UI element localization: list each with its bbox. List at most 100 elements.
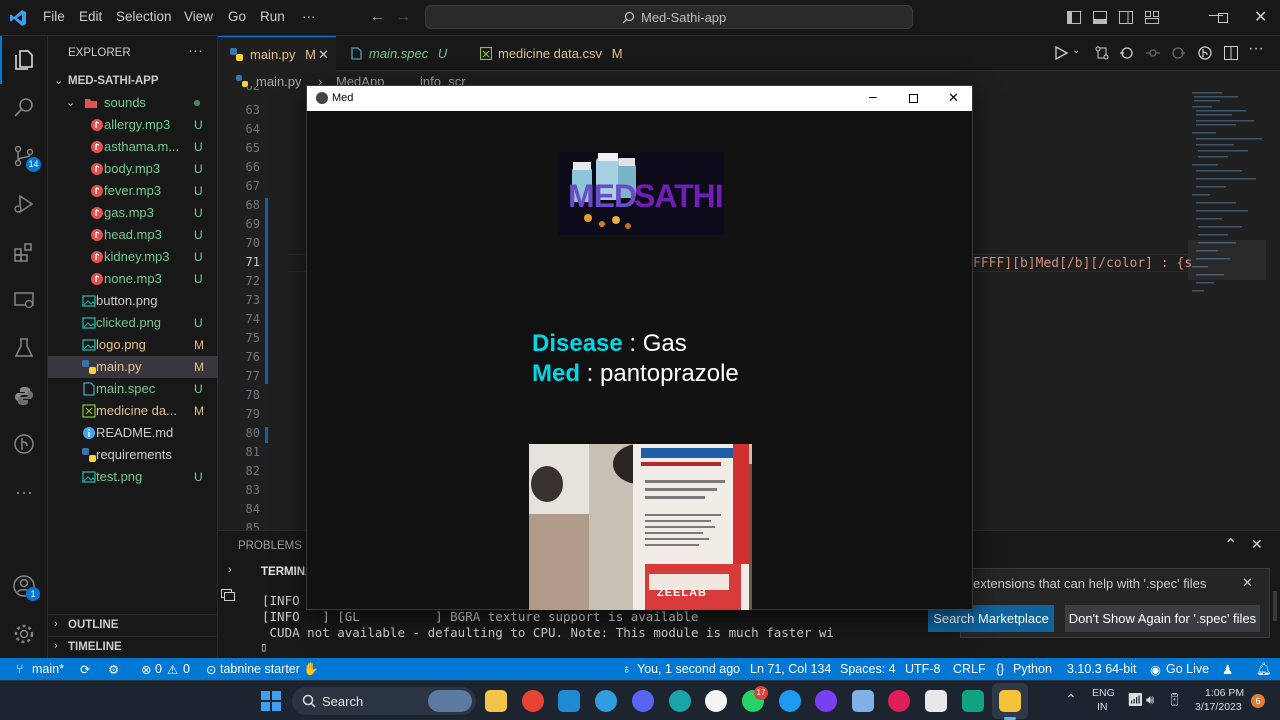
warning-count[interactable]: 0 <box>183 662 190 676</box>
error-count[interactable]: 0 <box>155 662 162 676</box>
maximize-panel-icon[interactable]: ⌃ <box>1224 535 1237 555</box>
menu-view[interactable]: View <box>184 9 213 24</box>
search-activity-icon[interactable] <box>0 84 48 132</box>
menu-run[interactable]: Run <box>260 9 285 24</box>
maximize-icon[interactable] <box>1218 13 1228 23</box>
menu-edit[interactable]: Edit <box>79 9 102 24</box>
python-icon[interactable] <box>0 372 48 420</box>
extensions-icon[interactable] <box>0 228 48 276</box>
battery-icon[interactable]: 🔋︎ <box>1166 692 1183 708</box>
terminal-cursor[interactable]: ▯ <box>260 639 268 654</box>
dont-show-again-button[interactable]: Don't Show Again for '.spec' files <box>1065 605 1260 632</box>
canva-icon[interactable] <box>815 690 837 712</box>
go-live-button[interactable]: Go Live <box>1166 662 1209 676</box>
chevron-up-icon[interactable]: ⌃ <box>1065 691 1077 708</box>
explorer-root[interactable]: ⌄ MED-SATHI-APP <box>48 70 218 92</box>
tab-main-py[interactable]: main.py M ✕ <box>218 36 336 71</box>
explorer-item[interactable]: README.md <box>48 422 218 444</box>
command-center-search[interactable]: Med-Sathi-app <box>425 5 913 29</box>
more-views-icon[interactable]: ··· <box>0 468 48 516</box>
explorer-item[interactable]: button.png <box>48 290 218 312</box>
toggle-panel-icon[interactable] <box>1093 11 1107 24</box>
run-debug-icon[interactable] <box>0 180 48 228</box>
explorer-item[interactable]: none.mp3 U <box>48 268 218 290</box>
menu-selection[interactable]: Selection <box>116 9 172 24</box>
close-tab-icon[interactable]: ✕ <box>318 37 329 72</box>
settings-gear-icon[interactable] <box>0 610 48 658</box>
source-control-icon[interactable] <box>0 132 48 180</box>
folder-sounds[interactable]: ⌄ sounds <box>48 92 218 114</box>
menu-more[interactable]: ··· <box>302 9 316 24</box>
explorer-item[interactable]: medicine da... M <box>48 400 218 422</box>
cursor-position[interactable]: Ln 71, Col 134 <box>750 662 831 676</box>
back-arrow-icon[interactable]: ← <box>370 8 385 25</box>
language-indicator-2[interactable]: IN <box>1097 701 1108 713</box>
twitter-icon[interactable] <box>779 690 801 712</box>
close-notification-icon[interactable]: ✕ <box>1242 575 1253 591</box>
notifications-bell-icon[interactable]: 🔔︎ <box>1256 662 1272 677</box>
snipping-tool-icon[interactable] <box>925 690 947 712</box>
compare-changes-icon[interactable] <box>1095 46 1109 60</box>
toggle-sidebar-icon[interactable] <box>1067 11 1081 24</box>
explorer-item[interactable]: body.mp3 U <box>48 158 218 180</box>
outline-section[interactable]: › OUTLINE <box>48 614 218 636</box>
encoding[interactable]: UTF-8 <box>905 662 940 676</box>
explorer-item[interactable]: clicked.png U <box>48 312 218 334</box>
edge-icon[interactable] <box>669 690 691 712</box>
terminal-split-icon[interactable] <box>221 587 235 601</box>
prev-change-icon[interactable] <box>1146 46 1160 60</box>
python-interpreter[interactable]: 3.10.3 64-bit <box>1067 662 1137 676</box>
live-share-icon[interactable]: ⚙ <box>108 662 119 677</box>
accounts-icon[interactable] <box>0 562 48 610</box>
edge-dev-icon[interactable] <box>595 690 617 712</box>
explorer-item[interactable]: main.spec U <box>48 378 218 400</box>
git-blame[interactable]: You, 1 second ago <box>637 662 740 676</box>
minimap[interactable] <box>1188 90 1266 305</box>
forward-arrow-icon[interactable]: → <box>396 8 411 25</box>
close-window-icon[interactable]: ✕ <box>1254 7 1267 27</box>
explorer-item[interactable]: asthama.m... U <box>48 136 218 158</box>
clock-date[interactable]: 3/17/2023 <box>1195 701 1242 713</box>
explorer-icon[interactable] <box>0 36 48 84</box>
explorer-item[interactable]: logo.png M <box>48 334 218 356</box>
windows-start-icon[interactable] <box>261 691 281 711</box>
clock-time[interactable]: 1:06 PM <box>1205 687 1244 699</box>
testing-icon[interactable] <box>0 324 48 372</box>
go-back-change-icon[interactable] <box>1120 46 1134 60</box>
explorer-item[interactable]: kidney.mp3 U <box>48 246 218 268</box>
timeline-section[interactable]: › TIMELINE <box>48 636 218 658</box>
toggle-secondary-sidebar-icon[interactable] <box>1119 11 1133 24</box>
python-app-icon[interactable] <box>999 690 1021 712</box>
chrome-icon[interactable] <box>522 690 544 712</box>
run-python-icon[interactable] <box>1054 46 1068 60</box>
breadcrumb-file[interactable]: main.py <box>256 74 302 89</box>
explorer-item[interactable]: gas.mp3 U <box>48 202 218 224</box>
git-lens-icon[interactable] <box>1198 46 1212 60</box>
next-change-icon[interactable] <box>1171 46 1185 60</box>
minimize-icon[interactable]: – <box>869 88 877 104</box>
wifi-icon[interactable]: 📶︎ <box>1127 692 1144 708</box>
explorer-item[interactable]: allergy.mp3 U <box>48 114 218 136</box>
panel-tab-problems[interactable]: PROBLEMS <box>238 540 302 552</box>
explorer-item[interactable]: main.py M <box>48 356 218 378</box>
file-explorer-icon[interactable] <box>485 690 507 712</box>
menu-go[interactable]: Go <box>228 9 246 24</box>
errors-icon[interactable]: ⊗ <box>141 662 151 677</box>
indentation[interactable]: Spaces: 4 <box>840 662 896 676</box>
git-graph-icon[interactable] <box>0 420 48 468</box>
language-indicator-1[interactable]: ENG <box>1092 687 1115 699</box>
close-window-icon[interactable]: ✕ <box>948 90 959 106</box>
chevron-right-icon[interactable]: › <box>228 564 232 576</box>
explorer-item[interactable]: fever.mp3 U <box>48 180 218 202</box>
volume-icon[interactable]: 🔊︎ <box>1146 692 1154 708</box>
customize-layout-icon[interactable] <box>1145 11 1159 24</box>
slack-icon[interactable] <box>888 690 910 712</box>
split-editor-icon[interactable] <box>1224 46 1238 60</box>
sync-icon[interactable]: ⟳ <box>80 662 90 677</box>
chevron-down-icon[interactable]: ⌄ <box>1072 45 1080 56</box>
wps-icon[interactable] <box>705 690 727 712</box>
remote-explorer-icon[interactable] <box>0 276 48 324</box>
accounts-status-icon[interactable]: ♟ <box>1222 662 1233 677</box>
panel-scrollbar[interactable] <box>1273 591 1277 621</box>
explorer-more-button[interactable]: ··· <box>188 42 203 59</box>
